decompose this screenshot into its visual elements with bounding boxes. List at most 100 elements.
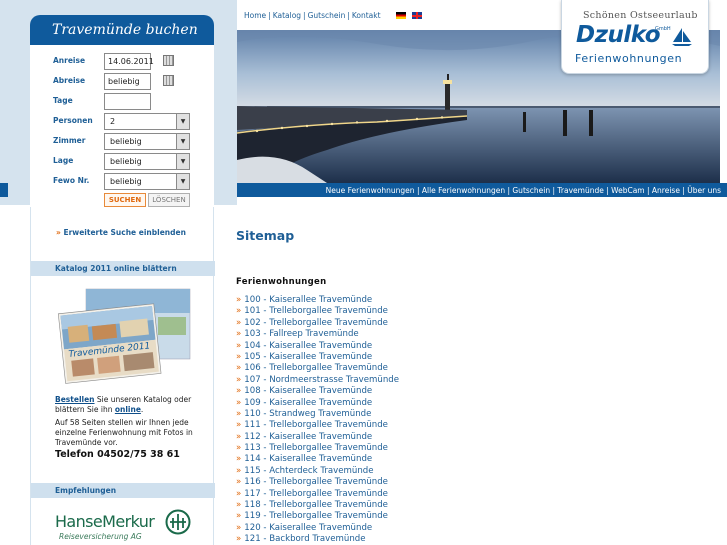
german-flag-icon[interactable] — [396, 12, 406, 19]
sitemap-item-label: 108 - Kaiserallee Travemünde — [244, 386, 373, 397]
page-title: Sitemap — [236, 228, 295, 243]
calendar-icon[interactable] — [163, 75, 174, 86]
search-button[interactable]: SUCHEN — [104, 193, 146, 207]
company-logo[interactable]: Schönen Ostseeurlaub Dzulko GmbH Ferienw… — [561, 0, 709, 74]
personen-label: Personen — [53, 116, 93, 125]
arrow-icon: » — [236, 374, 242, 385]
nav-katalog[interactable]: Katalog — [273, 11, 301, 20]
subnav-neue-ferienwohnungen[interactable]: Neue Ferienwohnungen — [326, 186, 415, 195]
list-item[interactable]: » 119 - Trelleborgallee Travemünde — [236, 511, 399, 522]
sitemap-item-label: 115 - Achterdeck Travemünde — [244, 465, 374, 476]
arrow-icon: » — [236, 408, 242, 419]
calendar-icon[interactable] — [163, 55, 174, 66]
zimmer-select[interactable]: beliebig ▼ — [104, 133, 190, 150]
english-flag-icon[interactable] — [412, 12, 422, 19]
subnav-webcam[interactable]: WebCam — [611, 186, 645, 195]
list-item[interactable]: » 117 - Trelleborgallee Travemünde — [236, 489, 399, 500]
chevron-down-icon[interactable]: ▼ — [176, 154, 189, 169]
list-item[interactable]: » 108 - Kaiserallee Travemünde — [236, 386, 399, 397]
personen-row: Personen 2 ▼ — [30, 112, 214, 132]
section-title: Ferienwohnungen — [236, 277, 327, 287]
sitemap-item-label: 107 - Nordmeerstrasse Travemünde — [244, 374, 400, 385]
list-item[interactable]: » 106 - Trelleborgallee Travemünde — [236, 363, 399, 374]
arrow-icon: » — [236, 397, 242, 408]
left-bar-strip — [0, 183, 8, 197]
partner-name: HanseMerkur — [55, 512, 155, 531]
fewo-value: beliebig — [110, 177, 142, 186]
catalog-image[interactable]: Travemünde 2011 — [56, 287, 192, 387]
tage-input[interactable] — [104, 93, 151, 110]
zimmer-row: Zimmer beliebig ▼ — [30, 132, 214, 152]
subnav-gutschein[interactable]: Gutschein — [512, 186, 550, 195]
list-item[interactable]: » 100 - Kaiserallee Travemünde — [236, 295, 399, 306]
nav-home[interactable]: Home — [244, 11, 266, 20]
list-item[interactable]: » 105 - Kaiserallee Travemünde — [236, 352, 399, 363]
fewo-select[interactable]: beliebig ▼ — [104, 173, 190, 190]
list-item[interactable]: » 103 - Fallreep Travemünde — [236, 329, 399, 340]
sitemap-item-label: 103 - Fallreep Travemünde — [244, 329, 359, 340]
sitemap-item-label: 101 - Trelleborgallee Travemünde — [244, 306, 388, 317]
list-item[interactable]: » 104 - Kaiserallee Travemünde — [236, 341, 399, 352]
list-item[interactable]: » 109 - Kaiserallee Travemünde — [236, 398, 399, 409]
list-item[interactable]: » 116 - Trelleborgallee Travemünde — [236, 477, 399, 488]
secondary-navigation: Neue Ferienwohnungen | Alle Ferienwohnun… — [237, 183, 727, 197]
chevron-down-icon[interactable]: ▼ — [176, 134, 189, 149]
hansemerkur-logo[interactable]: HanseMerkur Reiseversicherung AG — [55, 509, 195, 543]
subnav-alle-ferienwohnungen[interactable]: Alle Ferienwohnungen — [422, 186, 505, 195]
sitemap-item-label: 106 - Trelleborgallee Travemünde — [244, 363, 388, 374]
anreise-input[interactable]: 14.06.2011 — [104, 53, 154, 70]
partner-subtitle: Reiseversicherung AG — [59, 532, 142, 541]
list-item[interactable]: » 107 - Nordmeerstrasse Travemünde — [236, 375, 399, 386]
personen-select[interactable]: 2 ▼ — [104, 113, 190, 130]
sitemap-item-label: 104 - Kaiserallee Travemünde — [244, 340, 373, 351]
list-item[interactable]: » 110 - Strandweg Travemünde — [236, 409, 399, 420]
sitemap-item-label: 111 - Trelleborgallee Travemünde — [244, 420, 388, 431]
sitemap-item-label: 120 - Kaiserallee Travemünde — [244, 522, 373, 533]
list-item[interactable]: » 121 - Backbord Travemünde — [236, 534, 399, 545]
nav-kontakt[interactable]: Kontakt — [352, 11, 381, 20]
list-item[interactable]: » 102 - Trelleborgallee Travemünde — [236, 318, 399, 329]
list-item[interactable]: » 111 - Trelleborgallee Travemünde — [236, 420, 399, 431]
list-item[interactable]: » 120 - Kaiserallee Travemünde — [236, 523, 399, 534]
fewo-row: Fewo Nr. beliebig ▼ — [30, 172, 214, 192]
arrow-icon: » — [236, 351, 242, 362]
sitemap-item-label: 117 - Trelleborgallee Travemünde — [244, 488, 388, 499]
subnav-anreise[interactable]: Anreise — [652, 186, 680, 195]
subnav-ueber-uns[interactable]: Über uns — [687, 186, 721, 195]
arrow-icon: » — [236, 340, 242, 351]
reset-button[interactable]: LÖSCHEN — [148, 193, 190, 207]
arrow-icon: » — [236, 295, 242, 305]
list-item[interactable]: » 118 - Trelleborgallee Travemünde — [236, 500, 399, 511]
lage-select[interactable]: beliebig ▼ — [104, 153, 190, 170]
sitemap-item-label: 119 - Trelleborgallee Travemünde — [244, 511, 388, 522]
arrow-icon: » — [236, 386, 242, 397]
fewo-label: Fewo Nr. — [53, 176, 90, 185]
nav-gutschein[interactable]: Gutschein — [308, 11, 346, 20]
arrow-icon: » — [236, 363, 242, 374]
sitemap-item-label: 121 - Backbord Travemünde — [244, 534, 366, 545]
online-catalog-link[interactable]: online — [115, 405, 141, 414]
arrow-icon: » — [236, 534, 242, 545]
subnav-travemuende[interactable]: Travemünde — [557, 186, 603, 195]
catalog-heading: Katalog 2011 online blättern — [31, 261, 215, 276]
arrow-icon: » — [236, 500, 242, 511]
search-panel-title: Travemünde buchen — [30, 15, 214, 45]
advanced-search-link[interactable]: » Erweiterte Suche einblenden — [56, 228, 186, 237]
list-item[interactable]: » 114 - Kaiserallee Travemünde — [236, 454, 399, 465]
arrow-icon: » — [236, 420, 242, 431]
logo-name: Dzulko — [576, 22, 661, 48]
chevron-down-icon[interactable]: ▼ — [176, 174, 189, 189]
abreise-row: Abreise beliebig — [30, 72, 214, 92]
order-catalog-link[interactable]: Bestellen — [55, 395, 95, 404]
chevron-down-icon[interactable]: ▼ — [176, 114, 189, 129]
zimmer-value: beliebig — [110, 137, 142, 146]
list-item[interactable]: » 113 - Trelleborgallee Travemünde — [236, 443, 399, 454]
sitemap-list: » 100 - Kaiserallee Travemünde» 101 - Trel… — [236, 295, 399, 545]
lage-value: beliebig — [110, 157, 142, 166]
list-item[interactable]: » 115 - Achterdeck Travemünde — [236, 466, 399, 477]
list-item[interactable]: » 101 - Trelleborgallee Travemünde — [236, 306, 399, 317]
list-item[interactable]: » 112 - Kaiserallee Travemünde — [236, 432, 399, 443]
abreise-input[interactable]: beliebig — [104, 73, 151, 90]
sitemap-item-label: 102 - Trelleborgallee Travemünde — [244, 317, 388, 328]
arrow-icon: » — [236, 329, 242, 340]
